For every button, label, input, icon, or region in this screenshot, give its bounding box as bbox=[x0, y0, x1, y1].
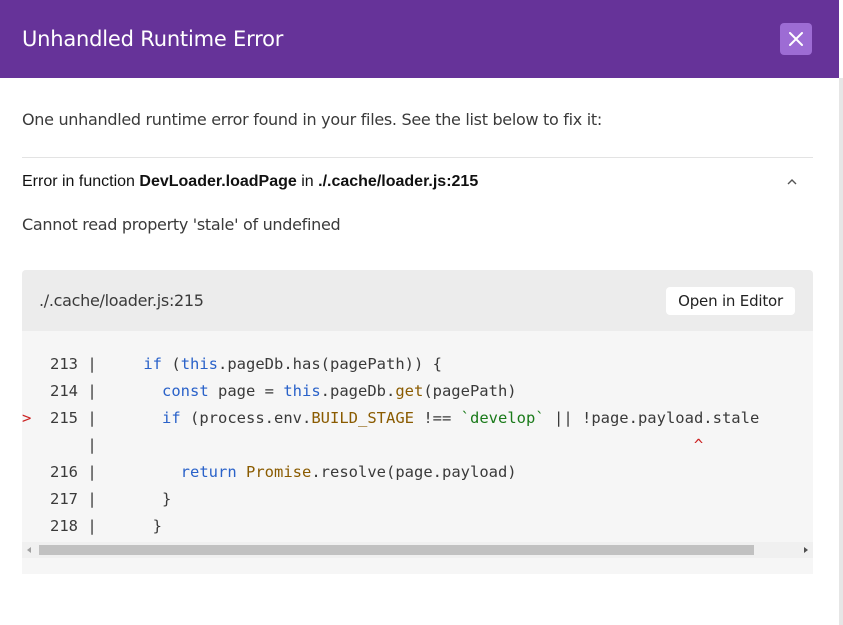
overlay-title: Unhandled Runtime Error bbox=[22, 27, 284, 51]
code-line: 214 | const page = this.pageDb.get(pageP… bbox=[22, 378, 759, 405]
line-marker bbox=[22, 436, 41, 454]
code-line: 216 | return Promise.resolve(page.payloa… bbox=[22, 459, 759, 486]
line-number: | bbox=[40, 436, 97, 454]
error-header-text: Error in function DevLoader.loadPage in … bbox=[22, 173, 478, 191]
error-summary: One unhandled runtime error found in you… bbox=[22, 110, 602, 129]
code-lines: 213 | if (this.pageDb.has(pagePath)) { 2… bbox=[22, 351, 759, 540]
error-location: ./.cache/loader.js:215 bbox=[318, 172, 479, 190]
line-code: } bbox=[96, 490, 172, 508]
line-marker bbox=[22, 382, 41, 400]
code-line: | ^ bbox=[22, 432, 759, 459]
close-button[interactable] bbox=[780, 23, 812, 55]
code-frame-file: ./.cache/loader.js:215 bbox=[39, 291, 204, 310]
line-number: 214 | bbox=[40, 382, 97, 400]
error-middle: in bbox=[296, 172, 319, 190]
code-line: 218 | } bbox=[22, 513, 759, 540]
code-line: > 215 | if (process.env.BUILD_STAGE !== … bbox=[22, 405, 759, 432]
scrollbar-thumb[interactable] bbox=[39, 545, 754, 555]
error-header[interactable]: Error in function DevLoader.loadPage in … bbox=[22, 158, 813, 205]
line-code: if (process.env.BUILD_STAGE !== `develop… bbox=[162, 409, 760, 427]
line-number: 215 | bbox=[40, 409, 97, 427]
line-number: 216 | bbox=[40, 463, 97, 481]
line-marker bbox=[22, 355, 41, 373]
code-line: 217 | } bbox=[22, 486, 759, 513]
scroll-right-icon[interactable] bbox=[804, 547, 808, 553]
line-number: 217 | bbox=[40, 490, 97, 508]
collapse-toggle[interactable] bbox=[781, 171, 803, 193]
line-code: if (this.pageDb.has(pagePath)) { bbox=[143, 355, 442, 373]
close-icon bbox=[789, 32, 803, 46]
overlay-header: Unhandled Runtime Error bbox=[0, 0, 839, 78]
chevron-up-icon bbox=[787, 178, 797, 184]
error-overlay: Unhandled Runtime Error One unhandled ru… bbox=[0, 0, 843, 625]
error-prefix: Error in function bbox=[22, 172, 140, 190]
line-marker: > bbox=[22, 409, 41, 427]
panel-edge bbox=[839, 78, 843, 625]
line-marker bbox=[22, 490, 41, 508]
code-frame-header: ./.cache/loader.js:215 Open in Editor bbox=[22, 270, 813, 331]
line-code: const page = this.pageDb.get(pagePath) bbox=[162, 382, 517, 400]
error-message: Cannot read property 'stale' of undefine… bbox=[22, 215, 341, 234]
line-code: } bbox=[96, 517, 162, 535]
line-marker bbox=[22, 517, 41, 535]
line-number: 218 | bbox=[40, 517, 97, 535]
overlay-body: One unhandled runtime error found in you… bbox=[22, 78, 813, 574]
code-frame: ./.cache/loader.js:215 Open in Editor 21… bbox=[22, 270, 813, 574]
scroll-left-icon[interactable] bbox=[27, 547, 31, 553]
line-marker bbox=[22, 463, 41, 481]
code-line: 213 | if (this.pageDb.has(pagePath)) { bbox=[22, 351, 759, 378]
line-number: 213 | bbox=[40, 355, 97, 373]
horizontal-scrollbar[interactable] bbox=[22, 542, 813, 558]
code-area[interactable]: 213 | if (this.pageDb.has(pagePath)) { 2… bbox=[22, 331, 813, 558]
line-code: return Promise.resolve(page.payload) bbox=[180, 463, 517, 481]
line-code: ^ bbox=[693, 436, 704, 454]
open-in-editor-button[interactable]: Open in Editor bbox=[666, 286, 795, 315]
error-function-name: DevLoader.loadPage bbox=[139, 172, 297, 190]
